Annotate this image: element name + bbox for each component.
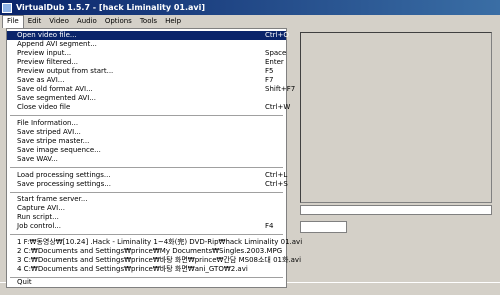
menu-item-save-as-avi[interactable]: Save as AVI... F7 <box>7 76 286 85</box>
position-slider-track[interactable] <box>300 205 492 215</box>
menu-item-recent-file-2[interactable]: 2 C:₩Documents and Settings₩prince₩My Do… <box>7 247 286 256</box>
menu-item-preview-output[interactable]: Preview output from start... F5 <box>7 67 286 76</box>
menu-bar: File Edit Video Audio Options Tools Help <box>0 15 500 28</box>
title-bar: VirtualDub 1.5.7 - [hack Liminality 01.a… <box>0 0 500 15</box>
menu-tools[interactable]: Tools <box>136 15 161 28</box>
menu-item-save-segmented-avi[interactable]: Save segmented AVI... <box>7 94 286 103</box>
menu-item-job-control[interactable]: Job control... F4 <box>7 222 286 231</box>
menu-item-open-video-file[interactable]: Open video file... Ctrl+O <box>7 31 289 40</box>
menu-separator <box>10 192 283 193</box>
menu-item-recent-file-4[interactable]: 4 C:₩Documents and Settings₩prince₩바탕 화면… <box>7 265 286 274</box>
menu-item-append-avi-segment[interactable]: Append AVI segment... <box>7 40 286 49</box>
menu-item-recent-file-1[interactable]: 1 F:₩동영상₩[10.24] .Hack - Liminality 1~4화… <box>7 238 302 247</box>
menu-video[interactable]: Video <box>45 15 73 28</box>
menu-item-start-frame-server[interactable]: Start frame server... <box>7 195 286 204</box>
menu-separator <box>10 234 283 235</box>
menu-item-save-image-sequence[interactable]: Save image sequence... <box>7 146 286 155</box>
menu-item-preview-input[interactable]: Preview input... Space <box>7 49 286 58</box>
menu-item-save-wav[interactable]: Save WAV... <box>7 155 286 164</box>
menu-item-file-information[interactable]: File Information... <box>7 119 286 128</box>
menu-item-save-processing-settings[interactable]: Save processing settings... Ctrl+S <box>7 180 288 189</box>
file-menu-dropdown: Open video file... Ctrl+O Append AVI segm… <box>6 28 302 288</box>
menu-item-quit[interactable]: Quit <box>7 278 286 287</box>
video-output-pane <box>300 32 492 203</box>
menu-item-save-stripe-master[interactable]: Save stripe master... <box>7 137 286 146</box>
menu-separator <box>10 115 283 116</box>
menu-item-close-video-file[interactable]: Close video file Ctrl+W <box>7 103 290 112</box>
menu-item-save-striped-avi[interactable]: Save striped AVI... <box>7 128 286 137</box>
menu-help[interactable]: Help <box>161 15 185 28</box>
menu-options[interactable]: Options <box>101 15 136 28</box>
menu-separator <box>10 167 283 168</box>
menu-file[interactable]: File <box>2 15 24 28</box>
menu-item-preview-filtered[interactable]: Preview filtered... Enter <box>7 58 286 67</box>
menu-item-recent-file-3[interactable]: 3 C:₩Documents and Settings₩prince₩바탕 화면… <box>7 256 301 265</box>
window-title: VirtualDub 1.5.7 - [hack Liminality 01.a… <box>16 3 206 12</box>
menu-edit[interactable]: Edit <box>24 15 46 28</box>
menu-item-run-script[interactable]: Run script... <box>7 213 286 222</box>
menu-item-save-old-format-avi[interactable]: Save old format AVI... Shift+F7 <box>7 85 295 94</box>
frame-status-box <box>300 221 347 233</box>
menu-item-capture-avi[interactable]: Capture AVI... <box>7 204 286 213</box>
menu-item-load-processing-settings[interactable]: Load processing settings... Ctrl+L <box>7 171 287 180</box>
virtualdub-app-icon[interactable] <box>2 2 12 13</box>
menu-audio[interactable]: Audio <box>73 15 101 28</box>
